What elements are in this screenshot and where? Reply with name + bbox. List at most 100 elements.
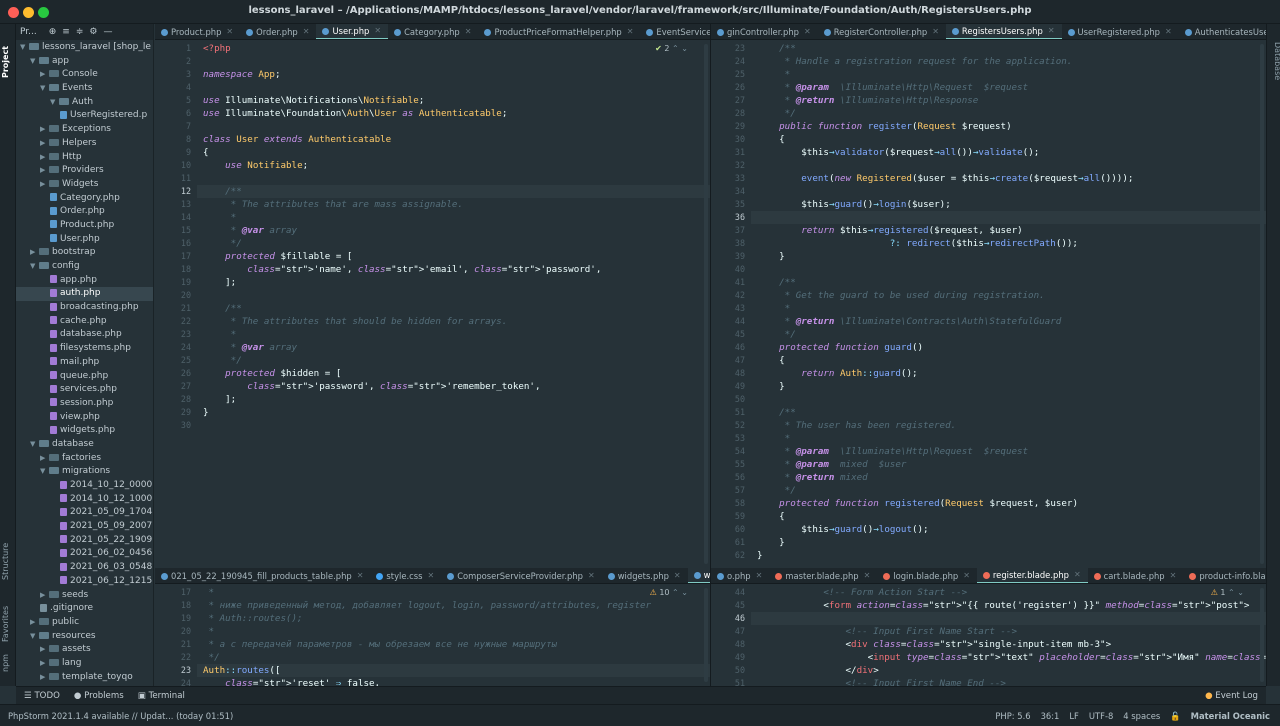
expand-arrow-icon[interactable]: ▼ [30,438,39,452]
tree-item[interactable]: 2014_10_12_0000 [16,479,153,493]
editor-tab[interactable]: ProductPriceFormatHelper.php ✕ [478,24,640,39]
php-level[interactable]: PHP: 5.6 [995,711,1030,722]
tree-item[interactable]: ▶ public [16,616,153,630]
close-tab-icon[interactable]: ✕ [374,24,381,39]
tree-item[interactable]: User.php [16,233,153,247]
database-tool-tab[interactable]: Database [1268,42,1280,98]
editor-tab[interactable]: login.blade.php ✕ [877,568,977,583]
tree-item[interactable]: ▼ database [16,438,153,452]
close-tab-icon[interactable]: ✕ [804,24,811,39]
editor-tab[interactable]: 021_05_22_190945_fill_products_table.php… [155,568,370,583]
editor-tab[interactable]: widgets.php ✕ [602,568,688,583]
expand-arrow-icon[interactable]: ▼ [30,55,39,69]
expand-arrow-icon[interactable]: ▶ [40,178,49,192]
caret-position[interactable]: 36:1 [1041,711,1060,722]
status-message[interactable]: PhpStorm 2021.1.4 available // Updat... … [8,711,233,721]
close-tab-icon[interactable]: ✕ [465,24,472,39]
tree-item[interactable]: cache.php [16,315,153,329]
code-area[interactable]: * * ниже приведенный метод, добавляет lo… [203,584,702,686]
tree-item[interactable]: ▶ bootstrap [16,246,153,260]
close-tab-icon[interactable]: ✕ [963,568,970,583]
tree-item[interactable]: ▼ resources [16,630,153,644]
tree-item[interactable]: ▼ config [16,260,153,274]
tree-item[interactable]: ▶ Http [16,151,153,165]
gear-icon[interactable]: ⚙ [89,27,97,37]
scrollbar[interactable] [704,44,708,564]
close-tab-icon[interactable]: ✕ [674,568,681,583]
tree-item[interactable]: 2021_06_03_0548 [16,561,153,575]
favorites-tool-tab[interactable]: Favorites [1,594,15,642]
code-area[interactable]: <?php namespace App; use Illuminate\Notifi… [203,40,702,568]
tree-item[interactable]: view.php [16,411,153,425]
expand-arrow-icon[interactable]: ▶ [30,616,39,630]
expand-arrow-icon[interactable]: ▶ [40,123,49,137]
expand-arrow-icon[interactable]: ▼ [40,465,49,479]
close-tab-icon[interactable]: ✕ [1165,24,1172,39]
tree-item[interactable]: broadcasting.php [16,301,153,315]
code-area[interactable]: <!-- Form Action Start --> <form action=… [757,584,1266,686]
editor-tab[interactable]: Category.php ✕ [388,24,478,39]
tree-item[interactable]: 2014_10_12_1000 [16,493,153,507]
close-tab-icon[interactable]: ✕ [932,24,939,39]
editor-tab[interactable]: register.blade.php ✕ [976,568,1088,583]
tree-item[interactable]: ▶ template_toyqo [16,671,153,685]
editor-tab[interactable]: ComposerServiceProvider.php ✕ [441,568,602,583]
expand-arrow-icon[interactable]: ▶ [40,671,49,685]
close-tab-icon[interactable]: ✕ [357,568,364,583]
expand-arrow-icon[interactable]: ▶ [40,589,49,603]
editor-tab[interactable]: AuthenticatesUsers.php✕ [1179,24,1266,39]
tree-item[interactable]: Product.php [16,219,153,233]
inspection-widget[interactable]: ⚠ 1 ⌃ ⌄ [1211,588,1244,597]
expand-arrow-icon[interactable]: ▼ [30,260,39,274]
tree-item[interactable]: queue.php [16,370,153,384]
registers-users-editor[interactable]: 23 24 25 26 27 28 29 30 31 32 33 34 35 36 37 38 39 40 41 42… [711,40,1266,568]
tree-item[interactable]: ▶ assets [16,643,153,657]
code-area[interactable]: /** * Handle a registration request for … [757,40,1258,568]
theme-name[interactable]: Material Oceanic [1191,711,1270,722]
editor-tab[interactable]: User.php ✕ [316,24,389,39]
tree-item[interactable]: ▼ app [16,55,153,69]
tree-item[interactable]: ▶ Console [16,68,153,82]
close-tab-icon[interactable]: ✕ [756,568,763,583]
close-tab-icon[interactable]: ✕ [1048,24,1055,39]
register-blade-editor[interactable]: 44 45 46 47 48 49 50 51 <!-- Form Action Start … [711,584,1266,686]
editor-tab[interactable]: RegistersUsers.php ✕ [945,24,1062,39]
tree-item[interactable]: ▼ Auth [16,96,153,110]
tree-item[interactable]: ▼ migrations [16,465,153,479]
hide-icon[interactable]: — [103,27,112,37]
lock-icon[interactable]: 🔓 [1170,711,1180,722]
indent-setting[interactable]: 4 spaces [1123,711,1160,722]
npm-tool-tab[interactable]: npm [1,648,15,672]
close-tab-icon[interactable]: ✕ [428,568,435,583]
tree-item[interactable]: ▶ factories [16,452,153,466]
tree-item[interactable]: services.php [16,383,153,397]
editor-tab[interactable]: style.css ✕ [370,568,441,583]
editor-tab[interactable]: Product.php ✕ [155,24,240,39]
tree-item[interactable]: 2021_05_22_1909 [16,534,153,548]
close-tab-icon[interactable]: ✕ [627,24,634,39]
tree-item[interactable]: 2021_06_12_1215 [16,575,153,589]
tree-item[interactable]: Order.php [16,205,153,219]
close-tab-icon[interactable]: ✕ [1170,568,1177,583]
todo-tool-button[interactable]: ☰ TODO [24,691,60,701]
inspection-widget[interactable]: ⚠ 10 ⌃ ⌄ [650,588,688,597]
line-separator[interactable]: LF [1069,711,1078,722]
editor-tab[interactable]: master.blade.php ✕ [769,568,877,583]
scrollbar[interactable] [1260,588,1264,682]
tree-item[interactable]: mail.php [16,356,153,370]
editor-tab[interactable]: UserRegistered.php ✕ [1062,24,1179,39]
expand-arrow-icon[interactable]: ▶ [40,164,49,178]
expand-arrow-icon[interactable]: ▼ [40,82,49,96]
expand-arrow-icon[interactable]: ▼ [50,96,59,110]
expand-arrow-icon[interactable]: ▶ [40,151,49,165]
tree-item[interactable]: ▶ Providers [16,164,153,178]
tree-item[interactable]: UserRegistered.p [16,109,153,123]
tree-item[interactable]: ▶ Widgets [16,178,153,192]
project-tool-tab[interactable]: Project [1,28,15,78]
expand-arrow-icon[interactable]: ▶ [30,246,39,260]
user-php-editor[interactable]: 1 2 3 4 5 6 7 8 9 10 11 12 13 14 15 16 17 18 19 20 21 22 23 24 2… [155,40,710,568]
structure-tool-tab[interactable]: Structure [1,530,15,580]
expand-arrow-icon[interactable]: ▶ [40,68,49,82]
tree-item[interactable]: app.php [16,274,153,288]
tree-item[interactable]: Category.php [16,192,153,206]
